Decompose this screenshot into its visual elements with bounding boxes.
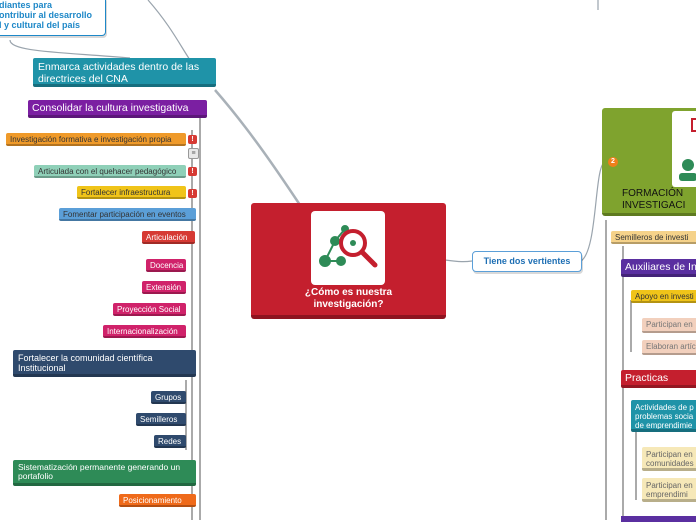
node-practicas[interactable]: Practicas profes (621, 370, 696, 388)
note-line-2: ontribuir al desarrollo (0, 10, 93, 20)
node-semilleros[interactable]: Semilleros (136, 413, 186, 426)
node-fomentar[interactable]: Fomentar participación en eventos (59, 208, 196, 221)
note-line-3: l y cultural del país (0, 20, 81, 30)
node-vertientes[interactable]: Tiene dos vertientes (472, 251, 582, 272)
node-comunidad[interactable]: Fortalecer la comunidad científica Insti… (13, 350, 196, 377)
node-participan-1[interactable]: Participan en (642, 318, 696, 333)
central-node[interactable]: ¿Cómo es nuestra investigación? (251, 203, 446, 319)
node-sistematizacion[interactable]: Sistematización permanente generando un … (13, 460, 196, 486)
note-icon: ≡ (188, 148, 199, 159)
node-redes[interactable]: Redes (154, 435, 186, 448)
node-semilleros-investigacion[interactable]: Semilleros de investi (611, 231, 696, 244)
node-partial-bottom[interactable] (621, 516, 696, 522)
node-extension[interactable]: Extensión (142, 281, 186, 294)
warning-flag-icon: ! (188, 167, 197, 176)
central-title: ¿Cómo es nuestra investigación? (304, 287, 393, 310)
node-participan-2[interactable]: Participan en comunidades (642, 447, 696, 471)
network-search-icon (311, 211, 385, 285)
count-badge: 2 (608, 157, 618, 167)
node-infra[interactable]: Fortalecer infraestructura (77, 186, 186, 199)
node-auxiliares[interactable]: Auxiliares de In (621, 259, 696, 277)
node-cna[interactable]: Enmarca actividades dentro de las direct… (33, 58, 216, 87)
formacion-title: FORMACIÓN INVESTIGACI (622, 188, 686, 211)
node-posicionamiento[interactable]: Posicionamiento (119, 494, 196, 507)
node-internacionalizacion[interactable]: Internacionalización (103, 325, 186, 338)
node-consolidar[interactable]: Consolidar la cultura investigativa (28, 100, 207, 118)
node-docencia[interactable]: Docencia (146, 259, 186, 272)
note-line-1: diantes para (0, 0, 53, 10)
node-grupos[interactable]: Grupos (151, 391, 186, 404)
warning-flag-icon: ! (188, 135, 197, 144)
node-elaboran[interactable]: Elaboran artíc (642, 340, 696, 355)
node-actividades[interactable]: Actividades de p problemas socia de empr… (631, 400, 696, 432)
node-apoyo[interactable]: Apoyo en investi (631, 290, 696, 303)
top-left-note[interactable]: diantes para ontribuir al desarrollo l y… (0, 0, 106, 36)
node-participan-3[interactable]: Participan en emprendimi (642, 478, 696, 502)
node-proyeccion[interactable]: Proyección Social (113, 303, 186, 316)
node-formativa[interactable]: Investigación formativa e investigación … (6, 133, 186, 146)
node-articulada[interactable]: Articulada con el quehacer pedagógico (34, 165, 186, 178)
node-articulacion[interactable]: Articulación (142, 231, 195, 244)
person-icon (672, 111, 696, 187)
warning-flag-icon: ! (188, 189, 197, 198)
